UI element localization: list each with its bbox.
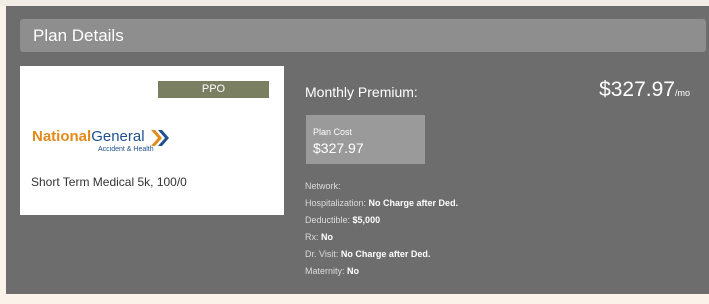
monthly-premium-label: Monthly Premium: bbox=[305, 84, 418, 100]
plan-details-panel: Plan Details PPO NationalGeneral Acciden… bbox=[6, 6, 709, 294]
plan-details-header: Plan Details bbox=[20, 19, 706, 52]
logo-word-national: National bbox=[32, 128, 92, 145]
monthly-premium-amount: $327.97/mo bbox=[599, 78, 690, 102]
plan-card[interactable]: PPO NationalGeneral Accident & Health Sh… bbox=[20, 66, 284, 215]
detail-hospitalization: Hospitalization: No Charge after Ded. bbox=[305, 195, 685, 212]
detail-value: No Charge after Ded. bbox=[368, 198, 459, 208]
plan-cost-box: Plan Cost $327.97 bbox=[306, 115, 425, 164]
chevron-right-icon bbox=[151, 130, 169, 146]
plan-details-title: Plan Details bbox=[33, 26, 124, 45]
detail-label: Hospitalization: bbox=[305, 198, 367, 208]
detail-label: Network: bbox=[305, 181, 341, 191]
plan-cost-value: $327.97 bbox=[313, 140, 364, 156]
detail-value: No Charge after Ded. bbox=[340, 249, 431, 259]
detail-value: $5,000 bbox=[352, 215, 381, 225]
detail-network: Network: bbox=[305, 178, 685, 195]
logo-word-general: General bbox=[91, 128, 145, 145]
plan-type-badge: PPO bbox=[158, 81, 269, 98]
detail-rx: Rx: No bbox=[305, 229, 685, 246]
detail-maternity: Maternity: No bbox=[305, 263, 685, 280]
premium-value: $327.97 bbox=[599, 78, 675, 101]
detail-value: No bbox=[321, 232, 334, 242]
plan-benefits-list: Network: Hospitalization: No Charge afte… bbox=[305, 178, 685, 280]
detail-deductible: Deductible: $5,000 bbox=[305, 212, 685, 229]
plan-name: Short Term Medical 5k, 100/0 bbox=[31, 175, 187, 189]
detail-value: No bbox=[347, 266, 360, 276]
detail-label: Deductible: bbox=[305, 215, 351, 225]
logo-subtitle: Accident & Health bbox=[98, 146, 154, 153]
carrier-logo: NationalGeneral Accident & Health bbox=[32, 128, 182, 154]
detail-dr-visit: Dr. Visit: No Charge after Ded. bbox=[305, 246, 685, 263]
detail-label: Maternity: bbox=[305, 266, 345, 276]
premium-unit: /mo bbox=[674, 88, 690, 98]
plan-cost-label: Plan Cost bbox=[313, 127, 353, 137]
detail-label: Dr. Visit: bbox=[305, 249, 339, 259]
detail-label: Rx: bbox=[305, 232, 319, 242]
